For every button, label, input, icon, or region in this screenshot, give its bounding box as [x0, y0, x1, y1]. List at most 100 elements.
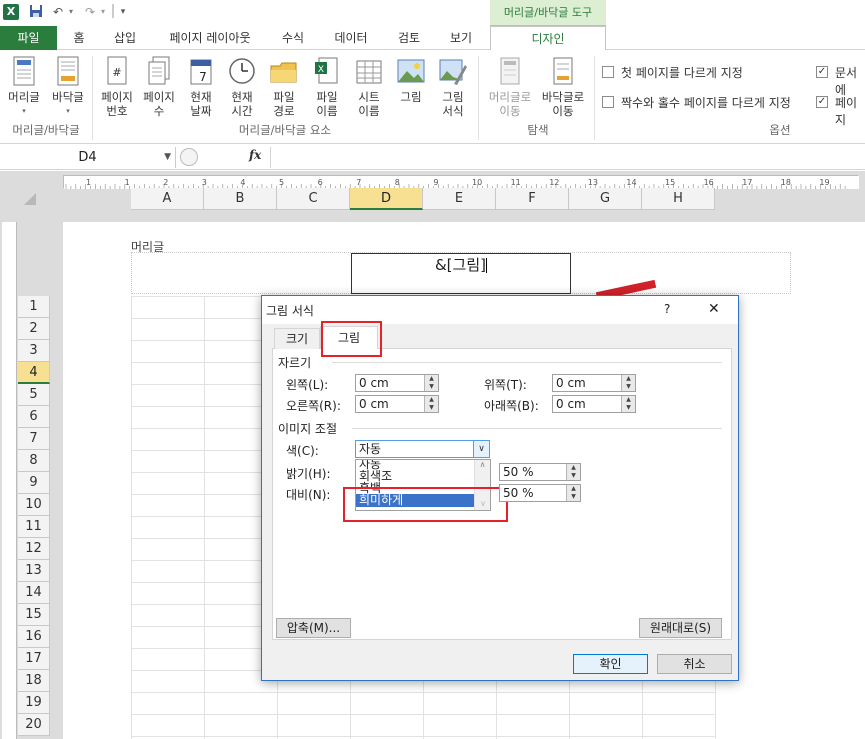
tab-insert[interactable]: 삽입: [105, 26, 145, 50]
row-header-4[interactable]: 4: [18, 362, 50, 384]
crop-top-input[interactable]: 0 cm ▲ ▼: [552, 374, 636, 392]
save-icon[interactable]: [28, 4, 44, 20]
name-box[interactable]: D4 ▼: [0, 147, 176, 168]
tab-design[interactable]: 디자인: [490, 26, 606, 51]
name-box-dropdown-icon[interactable]: ▼: [164, 147, 171, 168]
cancel-button[interactable]: 취소: [657, 654, 732, 674]
column-header-g[interactable]: G: [569, 188, 642, 210]
row-header-19[interactable]: 19: [18, 692, 50, 714]
insert-function-icon[interactable]: fx: [249, 148, 265, 166]
go-to-footer-button[interactable]: 바닥글로 이동: [537, 56, 589, 118]
undo-dropdown-icon[interactable]: ▾: [66, 4, 76, 20]
undo-icon[interactable]: ↶: [50, 4, 66, 20]
tab-file[interactable]: 파일: [0, 26, 57, 50]
row-header-17[interactable]: 17: [18, 648, 50, 670]
different-odd-even-checkbox[interactable]: [602, 96, 614, 108]
file-path-label-1: 파일: [273, 90, 295, 104]
tab-page-layout[interactable]: 페이지 레이아웃: [160, 26, 260, 50]
page-number-icon: #: [102, 56, 132, 88]
reset-button[interactable]: 원래대로(S): [639, 618, 722, 638]
contrast-spinner[interactable]: ▲ ▼: [566, 485, 580, 501]
group-label-elements: 머리글/바닥글 요소: [238, 123, 332, 137]
row-header-5[interactable]: 5: [18, 384, 50, 406]
different-first-page-checkbox[interactable]: [602, 66, 614, 78]
file-name-button[interactable]: X 파일 이름: [306, 56, 348, 118]
header-button[interactable]: 머리글 ▾: [4, 56, 44, 118]
align-with-margins-checkbox[interactable]: ✓: [816, 96, 828, 108]
row-header-14[interactable]: 14: [18, 582, 50, 604]
crop-left-label: 왼쪽(L):: [286, 378, 329, 392]
center-header-section[interactable]: &[그림]: [351, 253, 571, 294]
compress-button[interactable]: 압축(M)...: [276, 618, 351, 638]
crop-bottom-input[interactable]: 0 cm ▲ ▼: [552, 395, 636, 413]
row-header-6[interactable]: 6: [18, 406, 50, 428]
row-header-20[interactable]: 20: [18, 714, 50, 736]
help-button[interactable]: ?: [664, 302, 670, 316]
tab-review[interactable]: 검토: [388, 26, 430, 50]
tab-size[interactable]: 크기: [274, 328, 320, 349]
row-header-2[interactable]: 2: [18, 318, 50, 340]
footer-button[interactable]: 바닥글 ▾: [48, 56, 88, 118]
tab-home[interactable]: 홈: [64, 26, 94, 50]
column-header-c[interactable]: C: [277, 188, 350, 210]
row-header-13[interactable]: 13: [18, 560, 50, 582]
customize-qat-icon[interactable]: ▾: [118, 4, 128, 20]
formula-bar-resize-handle[interactable]: [180, 148, 198, 166]
column-header-h[interactable]: H: [642, 188, 715, 210]
column-header-a[interactable]: A: [131, 188, 204, 210]
row-header-8[interactable]: 8: [18, 450, 50, 472]
crop-right-input[interactable]: 0 cm ▲ ▼: [355, 395, 439, 413]
color-select[interactable]: 자동 ∨: [355, 440, 490, 458]
redo-dropdown-icon[interactable]: ▾: [98, 4, 108, 20]
current-date-button[interactable]: 7 현재 날짜: [181, 56, 221, 118]
current-time-button[interactable]: 현재 시간: [222, 56, 262, 118]
row-header-11[interactable]: 11: [18, 516, 50, 538]
formula-input[interactable]: [270, 147, 865, 168]
page-number-button[interactable]: # 페이지 번호: [96, 56, 138, 118]
row-header-16[interactable]: 16: [18, 626, 50, 648]
column-header-d[interactable]: D: [350, 188, 423, 210]
row-header-18[interactable]: 18: [18, 670, 50, 692]
column-header-e[interactable]: E: [423, 188, 496, 210]
row-header-12[interactable]: 12: [18, 538, 50, 560]
select-all-corner[interactable]: [0, 171, 50, 221]
close-icon[interactable]: ✕: [708, 301, 720, 317]
brightness-spinner[interactable]: ▲ ▼: [566, 464, 580, 480]
column-header-b[interactable]: B: [204, 188, 277, 210]
go-to-header-icon: [495, 56, 525, 88]
page-count-button[interactable]: 페이지 수: [139, 56, 179, 118]
chevron-down-icon[interactable]: ∨: [473, 441, 489, 457]
row-header-10[interactable]: 10: [18, 494, 50, 516]
current-date-label-2: 날짜: [190, 104, 212, 118]
row-header-1[interactable]: 1: [18, 296, 50, 318]
contrast-input[interactable]: 50 % ▲ ▼: [499, 484, 581, 502]
crop-right-spinner[interactable]: ▲ ▼: [424, 396, 438, 412]
column-header-f[interactable]: F: [496, 188, 569, 210]
row-header-7[interactable]: 7: [18, 428, 50, 450]
scroll-up-icon[interactable]: ∧: [475, 460, 490, 470]
format-picture-dialog: 그림 서식 ? ✕ 크기 그림 자르기 왼쪽(L): 0 cm ▲ ▼ 오른쪽(R)…: [261, 295, 739, 681]
tab-data[interactable]: 데이터: [326, 26, 376, 50]
crop-top-spinner[interactable]: ▲ ▼: [621, 375, 635, 391]
crop-bottom-spinner[interactable]: ▲ ▼: [621, 396, 635, 412]
ruler-label: 15: [665, 178, 675, 187]
row-header-9[interactable]: 9: [18, 472, 50, 494]
crop-left-spinner[interactable]: ▲ ▼: [424, 375, 438, 391]
row-header-15[interactable]: 15: [18, 604, 50, 626]
crop-left-input[interactable]: 0 cm ▲ ▼: [355, 374, 439, 392]
ruler-label: 17: [742, 178, 752, 187]
format-picture-button[interactable]: 그림 서식: [433, 56, 473, 118]
tab-formulas[interactable]: 수식: [272, 26, 314, 50]
file-path-button[interactable]: 파일 경로: [264, 56, 304, 118]
redo-icon[interactable]: ↷: [82, 4, 98, 20]
row-header-3[interactable]: 3: [18, 340, 50, 362]
crop-right-label: 오른쪽(R):: [286, 399, 341, 413]
ok-button[interactable]: 확인: [573, 654, 648, 674]
brightness-input[interactable]: 50 % ▲ ▼: [499, 463, 581, 481]
picture-button[interactable]: 그림: [391, 56, 431, 104]
ruler-label: 14: [626, 178, 636, 187]
tab-view[interactable]: 보기: [440, 26, 482, 50]
scale-with-document-checkbox[interactable]: ✓: [816, 66, 828, 78]
sheet-name-button[interactable]: 시트 이름: [349, 56, 389, 118]
go-to-header-button[interactable]: 머리글로 이동: [484, 56, 536, 118]
